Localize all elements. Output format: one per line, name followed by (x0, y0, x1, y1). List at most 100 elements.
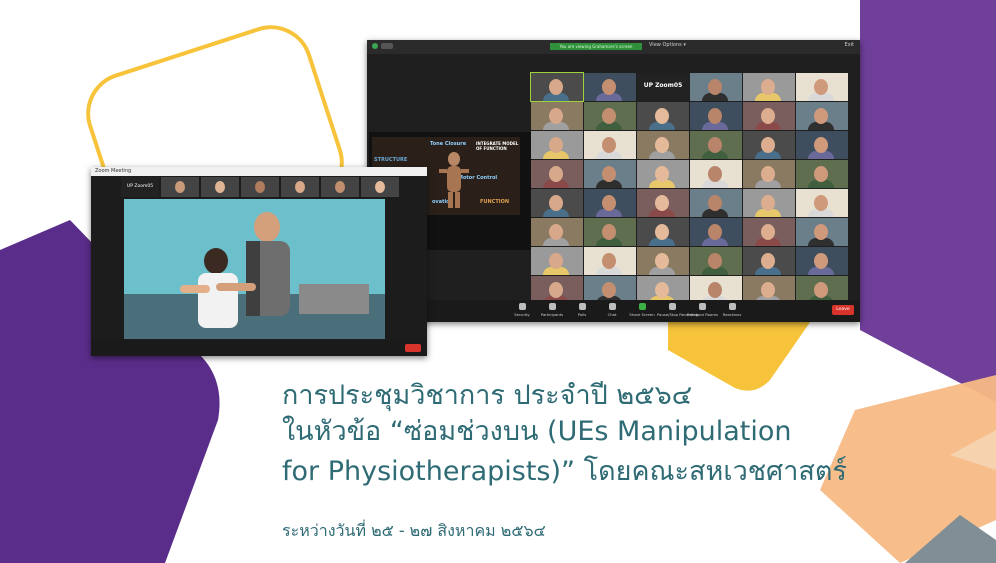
participant-tile[interactable] (637, 160, 689, 188)
toolbar-label: Security (514, 312, 530, 317)
participant-tile[interactable] (531, 131, 583, 159)
participant-tile[interactable] (796, 247, 848, 275)
participant-tile[interactable] (743, 102, 795, 130)
participant-face (549, 137, 563, 153)
participant-tile[interactable] (796, 73, 848, 101)
participant-face (708, 108, 722, 124)
participant-gallery: UP Zoom05 (530, 72, 848, 304)
participant-tile[interactable] (743, 73, 795, 101)
toolbar-shield-button[interactable]: Security (507, 303, 537, 317)
participant-face (549, 224, 563, 240)
participant-tile[interactable] (690, 247, 742, 275)
toolbar-breakout-button[interactable]: Breakout Rooms (687, 303, 718, 317)
participant-tile[interactable] (584, 131, 636, 159)
participant-tile[interactable] (584, 102, 636, 130)
participant-face (708, 166, 722, 182)
participant-tile[interactable] (531, 247, 583, 275)
participant-tile[interactable] (531, 102, 583, 130)
participant-face (549, 108, 563, 124)
leave-button[interactable]: Leave (832, 305, 854, 315)
toolbar-label: Polls (577, 312, 587, 317)
participant-tile[interactable] (796, 131, 848, 159)
participant-tile[interactable] (531, 160, 583, 188)
meeting-info-icon[interactable] (381, 43, 393, 49)
participant-tile[interactable] (584, 73, 636, 101)
participant-tile[interactable] (637, 247, 689, 275)
participant-tile[interactable] (690, 189, 742, 217)
participant-tile[interactable] (281, 177, 319, 197)
toolbar-label: Chat (607, 312, 617, 317)
participant-tile[interactable] (241, 177, 279, 197)
participant-tile[interactable] (531, 218, 583, 246)
anatomy-figure-icon (439, 152, 469, 208)
participant-tile[interactable] (637, 102, 689, 130)
participant-tile[interactable] (743, 160, 795, 188)
toolbar-label: Participants (540, 312, 564, 317)
participant-face (708, 282, 722, 298)
participant-tile[interactable] (796, 189, 848, 217)
participant-tile[interactable] (161, 177, 199, 197)
slide-tone-closure-label: Tone Closure (430, 141, 467, 147)
participant-tile[interactable] (690, 73, 742, 101)
participant-tile[interactable] (690, 160, 742, 188)
breakout-icon (698, 303, 706, 310)
participant-tile[interactable] (584, 160, 636, 188)
toolbar-reactions-button[interactable]: Reactions (717, 303, 747, 317)
participant-face (708, 224, 722, 240)
leave-button-small[interactable] (405, 344, 421, 352)
participant-tile[interactable] (690, 102, 742, 130)
participant-tile[interactable] (743, 189, 795, 217)
toolbar-chat-button[interactable]: Chat (597, 303, 627, 317)
participant-tile[interactable]: UP Zoom05 (637, 73, 689, 101)
participant-face (549, 166, 563, 182)
participant-tile[interactable] (743, 218, 795, 246)
slide-structure-label: STRUCTURE (374, 157, 408, 163)
participant-tile[interactable] (796, 218, 848, 246)
participant-tile[interactable] (530, 72, 584, 102)
participant-tile[interactable] (584, 218, 636, 246)
participant-tile[interactable] (361, 177, 399, 197)
participant-tile[interactable] (690, 131, 742, 159)
participant-face (655, 253, 669, 269)
record-icon (668, 303, 676, 310)
participant-face (761, 195, 775, 211)
exit-button[interactable]: Exit (845, 42, 854, 48)
screen-share-banner: You are viewing Grahamare's screen (550, 43, 642, 50)
participant-tile[interactable] (584, 247, 636, 275)
slide-integrate-label: INTEGRATE MODEL OF FUNCTION (476, 141, 519, 151)
participant-face (814, 282, 828, 298)
slide-function-label: FUNCTION (480, 199, 510, 205)
participant-face (761, 137, 775, 153)
participant-face (602, 282, 616, 298)
participant-face (761, 79, 775, 95)
participant-face (814, 195, 828, 211)
toolbar-label: Share Screen (629, 312, 655, 317)
participant-tile[interactable] (637, 189, 689, 217)
toolbar-participants-button[interactable]: Participants (537, 303, 567, 317)
participant-face (655, 224, 669, 240)
room-tile[interactable]: UP Zoom05 (121, 177, 159, 197)
participant-tile[interactable] (743, 131, 795, 159)
toolbar-polls-button[interactable]: Polls (567, 303, 597, 317)
participant-face (655, 166, 669, 182)
participant-tile[interactable] (637, 131, 689, 159)
participant-tile[interactable] (743, 247, 795, 275)
participant-tile[interactable] (796, 160, 848, 188)
participant-face (761, 166, 775, 182)
shield-icon (518, 303, 526, 310)
share-screen-icon (638, 303, 646, 310)
slide: You are viewing Grahamare's screen View … (0, 0, 996, 563)
view-options-button[interactable]: View Options ▾ (649, 42, 686, 48)
participant-tile[interactable] (584, 189, 636, 217)
participant-tile[interactable] (637, 218, 689, 246)
zoom-topbar: You are viewing Grahamare's screen View … (367, 40, 860, 54)
participant-tile[interactable] (201, 177, 239, 197)
room-title: UP Zoom05 (643, 82, 683, 89)
participant-tile[interactable] (531, 189, 583, 217)
toolbar-share-screen-button[interactable]: Share Screen (627, 303, 657, 317)
participant-tile[interactable] (796, 102, 848, 130)
participant-face (655, 137, 669, 153)
participant-tile[interactable] (690, 218, 742, 246)
toolbar-record-button[interactable]: Pause/Stop Recording (657, 303, 698, 317)
participant-tile[interactable] (321, 177, 359, 197)
